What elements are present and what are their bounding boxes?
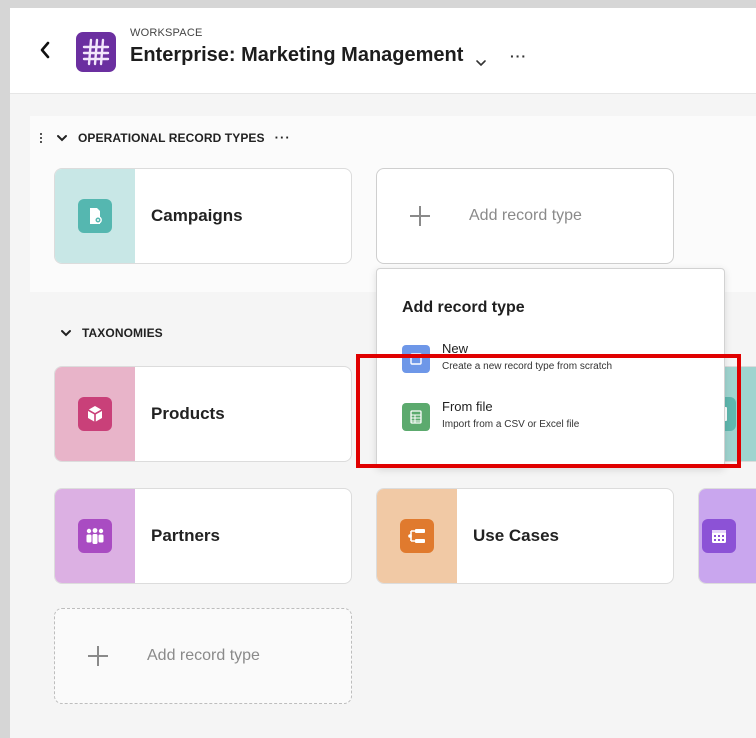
workspace-more-button[interactable]: ··· [510, 48, 527, 64]
workspace-hash-icon [76, 32, 116, 72]
workspace-eyebrow: WORKSPACE [130, 27, 203, 39]
chevron-down-icon[interactable] [60, 329, 72, 337]
plus-icon [410, 206, 430, 226]
workspace-frame: WORKSPACE Enterprise: Marketing Manageme… [10, 8, 756, 738]
section-title: TAXONOMIES [82, 326, 163, 340]
record-type-card-campaigns[interactable]: Campaigns [54, 168, 352, 264]
menu-item-description: Import from a CSV or Excel file [442, 419, 580, 430]
back-button[interactable] [34, 38, 56, 62]
add-record-type-label: Add record type [469, 207, 582, 224]
calendar-icon [702, 519, 736, 553]
drag-handle-icon[interactable] [40, 132, 46, 143]
chevron-down-icon [476, 60, 486, 67]
operational-section: OPERATIONAL RECORD TYPES ··· Campaigns A… [30, 116, 756, 292]
workspace-header: WORKSPACE Enterprise: Marketing Manageme… [10, 8, 756, 94]
document-gear-icon [78, 199, 112, 233]
card-label: Campaigns [151, 206, 243, 225]
menu-title: Add record type [402, 299, 525, 316]
menu-item-label: New [442, 341, 469, 356]
card-tile [55, 169, 135, 263]
chevron-left-icon [40, 41, 50, 59]
add-record-type-button[interactable]: Add record type [376, 168, 674, 264]
record-type-card-use-cases[interactable]: Use Cases [376, 488, 674, 584]
chevron-down-icon[interactable] [56, 134, 68, 142]
plus-icon [88, 646, 108, 666]
menu-item-description: Create a new record type from scratch [442, 361, 613, 372]
record-type-card-partial-calendar[interactable] [698, 488, 756, 584]
section-more-button[interactable]: ··· [275, 130, 291, 145]
taxonomies-section-header: TAXONOMIES [60, 326, 163, 340]
new-record-icon [402, 345, 430, 373]
cube-icon [78, 397, 112, 431]
card-label: Use Cases [473, 526, 560, 545]
spreadsheet-icon [402, 403, 430, 431]
add-record-type-label: Add record type [147, 647, 260, 664]
menu-item-from-file[interactable]: From file Import from a CSV or Excel fil… [402, 397, 712, 437]
add-record-type-button-taxonomies[interactable]: Add record type [54, 608, 352, 704]
menu-item-new[interactable]: New Create a new record type from scratc… [402, 339, 712, 379]
add-record-type-menu: Add record type New Create a new record … [376, 268, 725, 468]
operational-section-header: OPERATIONAL RECORD TYPES ··· [40, 130, 291, 145]
menu-item-label: From file [442, 399, 493, 414]
card-tile [55, 489, 135, 583]
card-label: Products [151, 404, 225, 423]
card-tile [55, 367, 135, 461]
section-title: OPERATIONAL RECORD TYPES [78, 130, 265, 145]
record-type-card-products[interactable]: Products [54, 366, 352, 462]
flow-icon [400, 519, 434, 553]
card-label: Partners [151, 526, 220, 545]
workspace-title[interactable]: Enterprise: Marketing Management [130, 44, 463, 67]
card-tile [699, 489, 756, 583]
people-icon [78, 519, 112, 553]
record-type-card-partners[interactable]: Partners [54, 488, 352, 584]
workspace-switcher-button[interactable] [475, 54, 487, 72]
card-tile [377, 489, 457, 583]
